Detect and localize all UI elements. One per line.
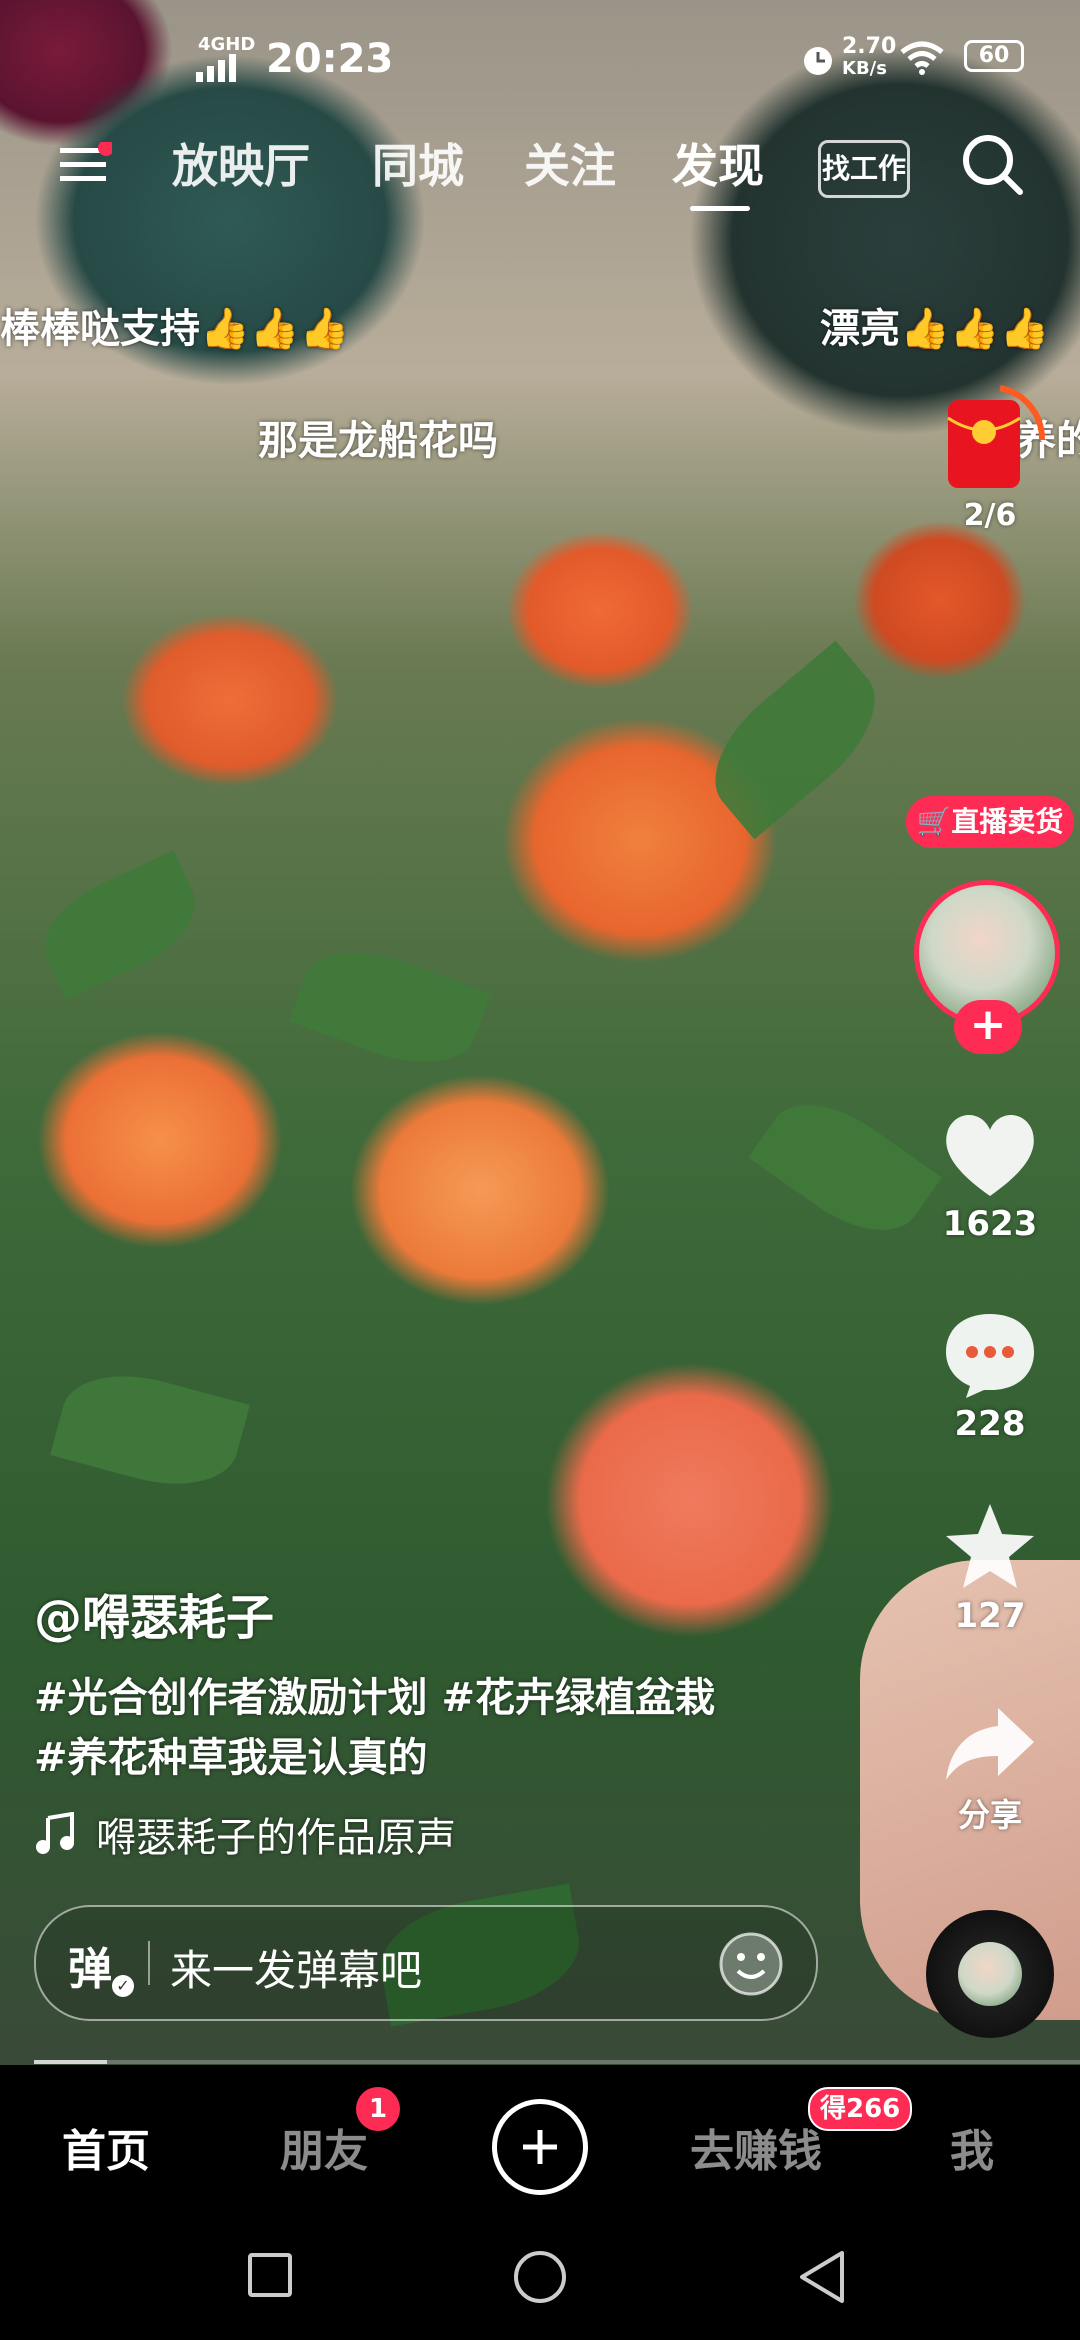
live-sell-tag[interactable]: 🛒直播卖货 — [906, 796, 1074, 848]
status-bar: 4GHD 20:23 2.70 KB/s 60 — [0, 28, 1080, 88]
live-sell-label: 直播卖货 — [951, 805, 1064, 838]
share-icon — [946, 1708, 1034, 1780]
danmaku-item: 漂亮👍👍👍 — [820, 306, 1050, 352]
danmaku-input[interactable]: 来一发弹幕吧 — [170, 1937, 422, 1998]
divider — [148, 1941, 150, 1985]
cart-icon: 🛒 — [916, 805, 952, 838]
red-packet-progress: 2/6 — [963, 498, 1017, 533]
comment-count: 228 — [954, 1404, 1026, 1444]
playback-progress[interactable] — [34, 2060, 1080, 2064]
like-button[interactable]: 1623 — [900, 1108, 1080, 1244]
back-icon[interactable] — [796, 2249, 848, 2309]
hashtags[interactable]: #光合创作者激励计划 #花卉绿植盆栽 #养花种草我是认真的 — [34, 1668, 834, 1788]
emoji-icon[interactable] — [716, 1929, 786, 2003]
share-label: 分享 — [957, 1796, 1022, 1834]
bottom-nav: 首页 朋友 1 去赚钱 得266 我 — [0, 2065, 1080, 2215]
clock: 20:23 — [266, 36, 394, 82]
tab-following[interactable]: 关注 — [524, 130, 616, 196]
tab-discover[interactable]: 发现 — [672, 130, 764, 196]
nav-me[interactable]: 我 — [950, 2115, 994, 2179]
music-info[interactable]: 嘚瑟耗子的作品原声 — [34, 1805, 456, 1863]
battery-icon: 60 — [964, 40, 1024, 72]
comment-button[interactable]: 228 — [900, 1308, 1080, 1444]
nav-earn[interactable]: 去赚钱 — [690, 2115, 822, 2179]
find-job-label: 找工作 — [821, 152, 906, 185]
disc-cover — [958, 1942, 1022, 2006]
nav-home[interactable]: 首页 — [62, 2115, 150, 2179]
recent-apps-icon[interactable] — [248, 2253, 292, 2297]
signal-icon — [196, 52, 248, 86]
hashtag-line[interactable]: #光合创作者激励计划 #花卉绿植盆栽 — [34, 1668, 834, 1728]
battery-level: 60 — [978, 43, 1010, 68]
music-note-icon — [36, 1812, 74, 1854]
active-tab-indicator — [690, 206, 750, 211]
danmaku-item: 那是龙船花吗 — [258, 418, 498, 464]
home-icon[interactable] — [514, 2251, 566, 2303]
danmaku-input-bar[interactable]: 弹 ✓ 来一发弹幕吧 — [34, 1905, 818, 2021]
music-disc[interactable] — [926, 1910, 1054, 2038]
share-button[interactable]: 分享 — [900, 1702, 1080, 1836]
heart-icon — [946, 1115, 1034, 1196]
net-speed-unit: KB/s — [842, 58, 887, 79]
system-nav — [0, 2215, 1080, 2340]
red-packet-icon — [947, 385, 1046, 488]
music-title: 嘚瑟耗子的作品原声 — [96, 1815, 456, 1861]
wifi-icon — [900, 40, 944, 80]
danmaku-toggle[interactable]: 弹 ✓ — [68, 1933, 134, 1997]
author-name[interactable]: @嘚瑟耗子 — [34, 1578, 274, 1648]
hashtag-line[interactable]: #养花种草我是认真的 — [34, 1728, 834, 1788]
red-packet[interactable]: 2/6 — [900, 380, 1080, 533]
playback-progress-fill — [34, 2060, 108, 2064]
favorite-count: 127 — [954, 1596, 1026, 1636]
alarm-icon — [800, 42, 836, 82]
top-nav: 放映厅 同城 关注 发现 找工作 — [0, 130, 1080, 211]
danmaku-toggle-label: 弹 — [68, 1944, 112, 1995]
net-speed-value: 2.70 — [842, 34, 897, 59]
like-count: 1623 — [942, 1204, 1038, 1244]
comment-icon — [946, 1314, 1034, 1398]
earn-badge: 得266 — [808, 2087, 913, 2131]
tab-theater[interactable]: 放映厅 — [172, 130, 310, 196]
create-button[interactable] — [492, 2099, 588, 2195]
check-icon: ✓ — [112, 1975, 134, 1997]
menu-icon[interactable] — [60, 140, 114, 192]
nav-friends[interactable]: 朋友 — [280, 2115, 368, 2179]
find-job-button[interactable]: 找工作 — [818, 140, 910, 198]
favorite-button[interactable]: 127 — [900, 1500, 1080, 1636]
star-icon — [946, 1504, 1034, 1588]
tab-nearby[interactable]: 同城 — [372, 130, 464, 196]
friends-badge: 1 — [356, 2087, 400, 2131]
search-icon[interactable] — [960, 132, 1026, 202]
danmaku-item: 棒棒哒支持👍👍👍 — [0, 306, 350, 352]
plus-icon — [523, 2130, 557, 2164]
follow-button[interactable]: + — [954, 1000, 1022, 1054]
